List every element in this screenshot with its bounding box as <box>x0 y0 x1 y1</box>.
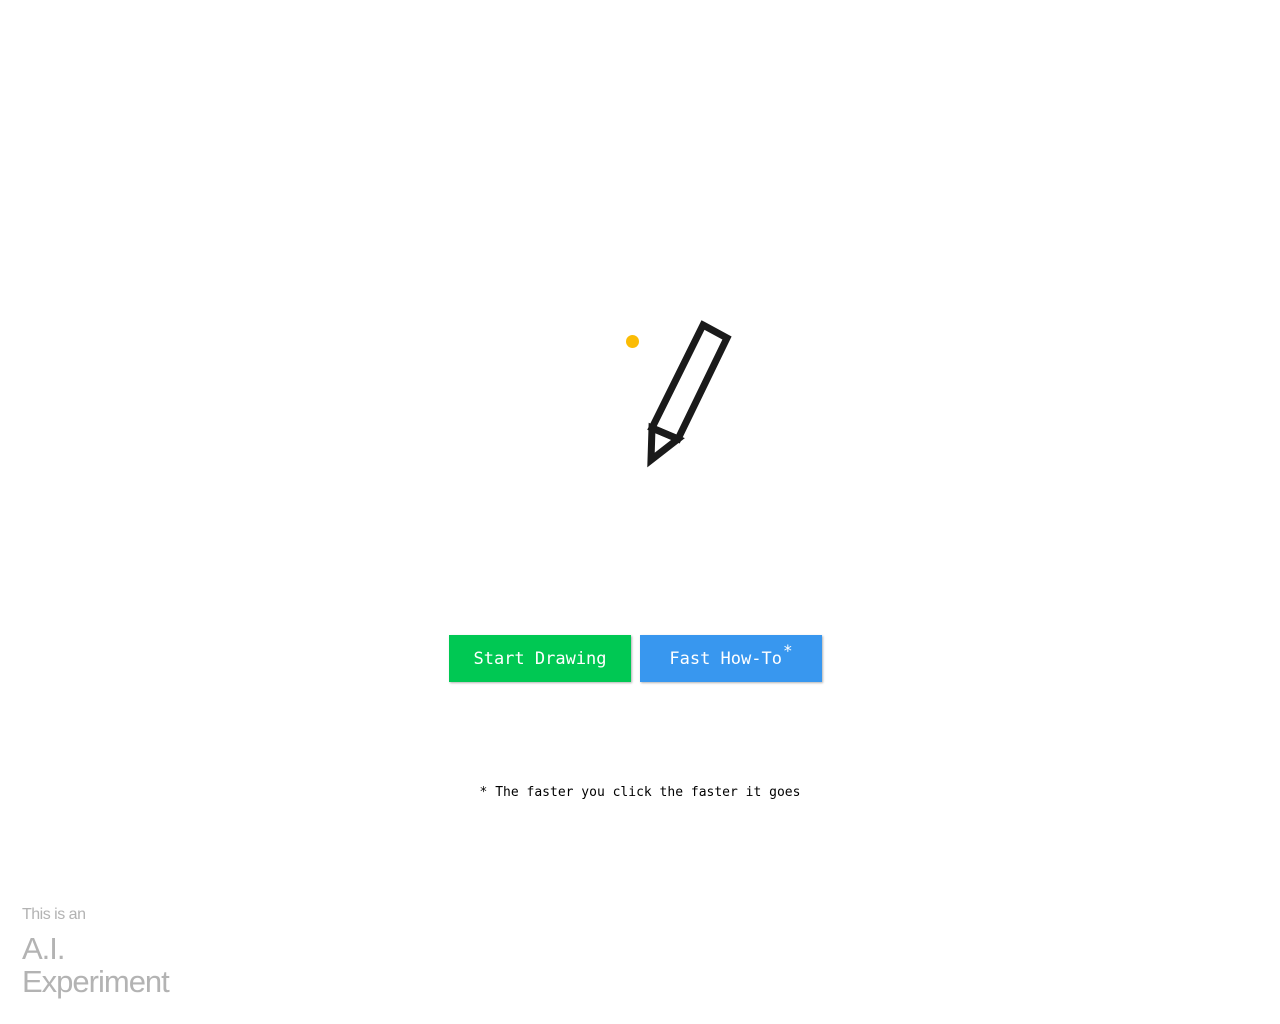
badge-line-3: Experiment <box>22 964 170 999</box>
ai-experiment-badge[interactable]: This is an A.I. Experiment <box>22 906 170 999</box>
badge-line-2: A.I. <box>22 931 66 966</box>
speed-footnote: * The faster you click the faster it goe… <box>479 785 801 800</box>
pencil-icon <box>647 320 732 468</box>
fast-howto-button[interactable]: Fast How-To * <box>640 635 822 682</box>
action-buttons: Start Drawing Fast How-To * <box>448 635 824 683</box>
dot-icon <box>626 335 639 348</box>
fast-howto-label: Fast How-To <box>669 648 782 669</box>
start-drawing-label: Start Drawing <box>473 648 607 669</box>
pencil-illustration <box>610 315 750 480</box>
badge-line-1: This is an <box>22 906 86 923</box>
howto-asterisk: * <box>782 641 793 660</box>
start-drawing-button[interactable]: Start Drawing <box>449 635 631 682</box>
